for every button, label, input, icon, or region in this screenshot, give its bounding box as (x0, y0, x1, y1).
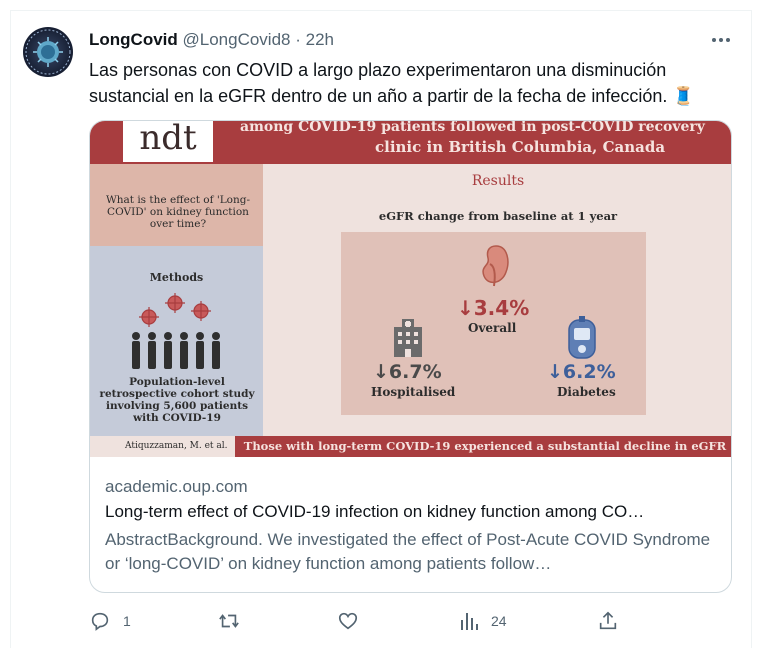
overall-label: Overall (468, 321, 517, 335)
tweet-text: Las personas con COVID a largo plazo exp… (89, 57, 739, 109)
avatar[interactable] (23, 27, 73, 77)
methods-description: Population-level retrospective cohort st… (99, 376, 255, 424)
hospitalised-label: Hospitalised (371, 385, 456, 399)
tweet-body: Las personas con COVID a largo plazo exp… (89, 60, 668, 106)
retweet-icon (219, 614, 239, 628)
methods-title: Methods (149, 271, 204, 284)
views-count: 24 (491, 613, 507, 629)
card-image[interactable]: among COVID-19 patients followed in post… (90, 121, 731, 457)
display-name[interactable]: LongCovid (89, 30, 178, 49)
user-handle[interactable]: @LongCovid8 (183, 30, 291, 49)
tweet-time[interactable]: 22h (306, 30, 334, 49)
egfr-title: eGFR change from baseline at 1 year (378, 209, 618, 223)
overall-stat: ↓3.4% (457, 296, 530, 320)
reply-icon (91, 612, 109, 631)
action-bar: 1 24 (0, 606, 762, 636)
virus-logo-icon (25, 29, 71, 75)
header-separator: · (295, 30, 301, 49)
journal-logo: ndt (123, 121, 213, 162)
like-icon (338, 612, 358, 630)
diabetes-label: Diabetes (557, 385, 616, 399)
results-title: Results (471, 173, 525, 189)
retweet-button[interactable] (217, 606, 253, 636)
card-domain[interactable]: academic.oup.com (105, 477, 248, 497)
share-icon (599, 611, 617, 630)
banner-line1: among COVID-19 patients followed in post… (240, 121, 705, 135)
hospitalised-stat: ↓6.7% (373, 361, 442, 383)
share-button[interactable] (597, 606, 619, 636)
like-button[interactable] (337, 606, 371, 636)
reply-count: 1 (123, 613, 131, 629)
reply-button[interactable]: 1 (89, 606, 131, 636)
views-icon (461, 613, 478, 630)
card-description: AbstractBackground. We investigated the … (105, 530, 711, 573)
virus-icons (139, 293, 211, 327)
thread-emoji: 🧵 (672, 86, 695, 106)
citation: Atiquzzaman, M. et al. (90, 436, 235, 457)
link-card[interactable]: among COVID-19 patients followed in post… (89, 120, 732, 593)
question-text: What is the effect of 'Long-COVID' on ki… (105, 194, 251, 230)
tweet-header: LongCovid @LongCovid8 · 22h (89, 30, 334, 50)
card-title[interactable]: Long-term effect of COVID-19 infection o… (105, 502, 720, 522)
more-options-button[interactable] (708, 30, 734, 50)
people-icons (132, 332, 220, 369)
banner-line2: clinic in British Columbia, Canada (375, 138, 666, 156)
kidney-icon (482, 245, 509, 287)
glucose-meter-icon (568, 316, 596, 359)
conclusion-text: Those with long-term COVID-19 experience… (243, 439, 727, 453)
diabetes-stat: ↓6.2% (547, 361, 616, 383)
views-button[interactable]: 24 (459, 606, 507, 636)
hospital-icon (394, 319, 422, 357)
more-icon (712, 38, 730, 42)
